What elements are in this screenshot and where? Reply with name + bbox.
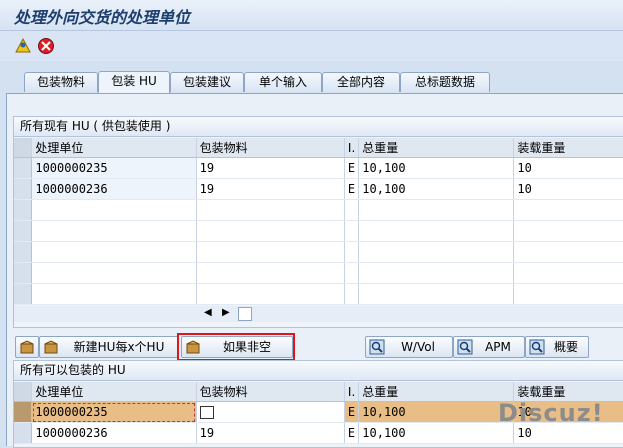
box-icon <box>20 340 34 354</box>
row-selector-header[interactable] <box>14 382 33 402</box>
scroll-thumb[interactable] <box>238 307 252 321</box>
indicator-cell[interactable]: E <box>344 401 360 423</box>
tab-all-contents[interactable]: 全部内容 <box>322 72 400 92</box>
row-selector[interactable] <box>14 157 33 179</box>
material-input-cell[interactable] <box>196 401 345 423</box>
row-selector[interactable] <box>14 178 33 200</box>
box-icon <box>44 340 58 354</box>
window-title-bar: 处理外向交货的处理单位 <box>0 0 623 31</box>
column-header[interactable]: I. <box>344 382 360 402</box>
existing-hu-title: 所有现有 HU ( 供包装使用 ) <box>14 117 623 137</box>
column-header[interactable]: 处理单位 <box>31 138 197 158</box>
apm-label: APM <box>485 340 511 354</box>
scroll-left-arrow-icon[interactable]: ◀ <box>204 307 212 318</box>
tab-pack-hu[interactable]: 包装 HU <box>98 71 170 93</box>
tab-single-entry[interactable]: 单个输入 <box>244 72 322 92</box>
magnifier-icon <box>369 339 385 355</box>
magnifier-icon <box>457 339 473 355</box>
pack-box-button[interactable] <box>15 336 39 358</box>
hu-cell[interactable]: 1000000235 <box>31 401 197 423</box>
highlight-frame <box>177 333 295 361</box>
indicator-cell[interactable]: E <box>344 422 360 444</box>
table-row[interactable]: 1000000236 19 E 10,100 10 <box>14 178 623 200</box>
cancel-icon[interactable] <box>37 37 55 55</box>
table-row[interactable] <box>14 241 623 263</box>
magnifier-icon <box>529 339 545 355</box>
column-header[interactable]: 处理单位 <box>31 382 197 402</box>
tab-packing-proposal[interactable]: 包装建议 <box>170 72 244 92</box>
wvol-label: W/Vol <box>401 340 435 354</box>
column-header[interactable]: 包装物料 <box>196 382 345 402</box>
watermark-logo: Discuz! <box>498 399 604 427</box>
hu-cell[interactable]: 1000000236 <box>31 178 197 200</box>
column-header[interactable]: 包装物料 <box>196 138 345 158</box>
window-title: 处理外向交货的处理单位 <box>14 8 191 27</box>
apm-button[interactable]: APM <box>453 336 525 358</box>
hu-cell[interactable]: 1000000235 <box>31 157 197 179</box>
gross-weight-cell[interactable]: 10,100 <box>358 422 515 444</box>
tab-header-data[interactable]: 总标题数据 <box>400 72 490 92</box>
column-header[interactable]: 总重量 <box>358 138 515 158</box>
tab-content-panel: 所有现有 HU ( 供包装使用 ) 处理单位 包装物料 I. 总重量 装载重量 … <box>6 93 623 448</box>
material-cell[interactable]: 19 <box>196 157 345 179</box>
packable-hu-title: 所有可以包装的 HU <box>14 361 623 381</box>
material-cell[interactable]: 19 <box>196 422 345 444</box>
row-selector-header[interactable] <box>14 138 33 158</box>
indicator-cell[interactable]: E <box>344 157 360 179</box>
overview-button[interactable]: 概要 <box>525 336 589 358</box>
table-row[interactable] <box>14 199 623 221</box>
column-header[interactable]: 总重量 <box>358 382 515 402</box>
tab-packaging-material[interactable]: 包装物料 <box>24 72 98 92</box>
scroll-right-arrow-icon[interactable]: ▶ <box>222 307 230 318</box>
load-weight-cell[interactable]: 10 <box>513 157 623 179</box>
hu-cell[interactable]: 1000000236 <box>31 422 197 444</box>
wvol-button[interactable]: W/Vol <box>365 336 453 358</box>
new-hu-per-x-button[interactable]: 新建HU每x个HU <box>39 336 179 358</box>
column-header[interactable]: 装载重量 <box>513 138 623 158</box>
existing-hu-group: 所有现有 HU ( 供包装使用 ) 处理单位 包装物料 I. 总重量 装载重量 … <box>13 116 623 328</box>
table-row[interactable] <box>14 220 623 242</box>
row-selector[interactable] <box>14 422 33 444</box>
pack-icon[interactable] <box>14 37 32 55</box>
column-header[interactable]: I. <box>344 138 360 158</box>
gross-weight-cell[interactable]: 10,100 <box>358 178 515 200</box>
row-selector[interactable] <box>14 401 33 423</box>
application-toolbar <box>0 31 623 61</box>
table-row[interactable] <box>14 262 623 284</box>
existing-hu-table: 处理单位 包装物料 I. 总重量 装载重量 1000000235 19 E 10… <box>14 138 623 305</box>
table-row[interactable] <box>14 283 623 305</box>
horizontal-scrollbar[interactable]: ◀ ▶ <box>14 306 623 322</box>
table-row[interactable]: 1000000235 19 E 10,100 10 <box>14 157 623 179</box>
new-hu-per-x-label: 新建HU每x个HU <box>73 340 165 354</box>
indicator-cell[interactable]: E <box>344 178 360 200</box>
load-weight-cell[interactable]: 10 <box>513 178 623 200</box>
material-cell[interactable]: 19 <box>196 178 345 200</box>
gross-weight-cell[interactable]: 10,100 <box>358 157 515 179</box>
value-help-icon[interactable] <box>199 406 214 419</box>
gross-weight-cell[interactable]: 10,100 <box>358 401 515 423</box>
